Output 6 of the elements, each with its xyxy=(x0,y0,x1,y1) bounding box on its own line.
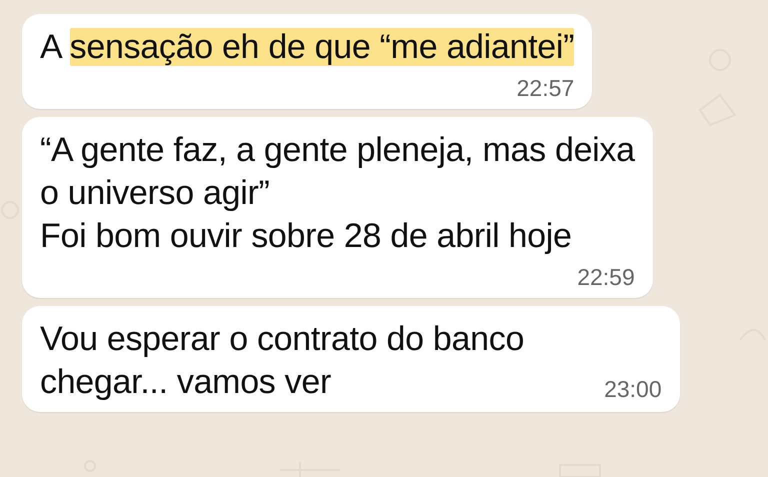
message-text: A sensação eh de que “me adiantei” xyxy=(40,27,574,68)
message-time: 22:59 xyxy=(577,264,635,290)
message-text: Vou esperar o contrato do banco chegar... vamos ver xyxy=(40,319,524,403)
message-text: “A gente faz, a gente pleneja, mas deixa o universo agir” Foi bom ouvir sobre 28 de abril hoje xyxy=(40,130,635,257)
message-time: 22:57 xyxy=(516,75,574,101)
message-time: 23:00 xyxy=(604,376,662,402)
